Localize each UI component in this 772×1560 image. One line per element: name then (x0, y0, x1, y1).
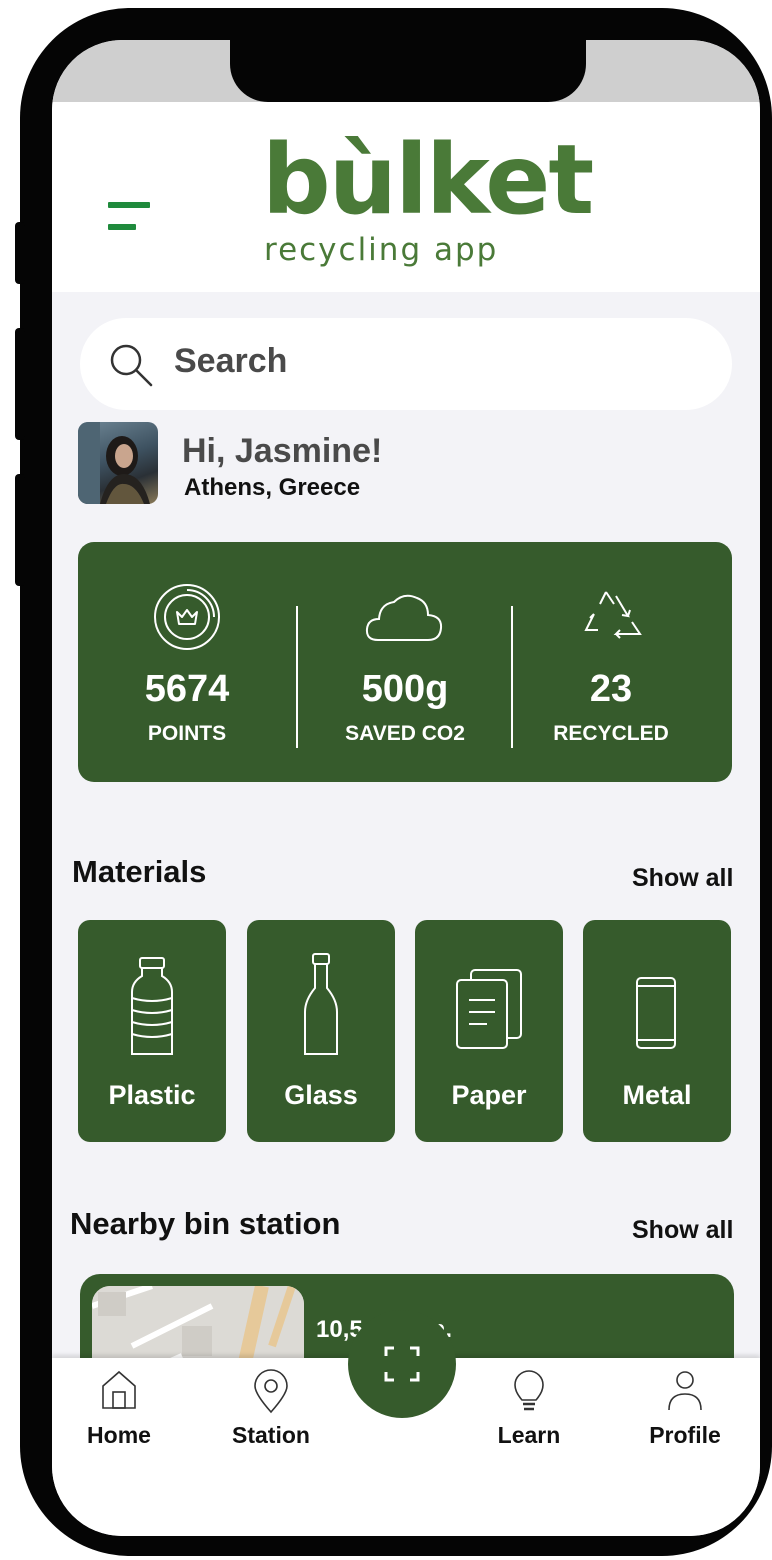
notch (230, 40, 586, 102)
side-button-mute (15, 222, 25, 284)
paper-icon (456, 969, 522, 1049)
glass-bottle-icon (304, 953, 338, 1055)
search-input[interactable]: Search (174, 342, 287, 381)
search-bar[interactable]: Search (80, 318, 732, 410)
side-button-volume-down (15, 474, 25, 586)
material-paper[interactable]: Paper (415, 920, 563, 1142)
app-logo: bùlket (262, 124, 594, 236)
nearby-title: Nearby bin station (70, 1206, 341, 1241)
stats-card: 5674 POINTS 500g SAVED CO2 23 RECYCLED (78, 542, 732, 782)
user-icon (668, 1371, 702, 1411)
nav-home[interactable]: Home (54, 1368, 184, 1458)
materials-show-all-link[interactable]: Show all (632, 864, 733, 893)
search-icon (110, 344, 153, 387)
app-logo-subtitle: recycling app (264, 232, 499, 268)
menu-icon[interactable] (108, 202, 152, 232)
material-plastic-label: Plastic (108, 1080, 196, 1110)
crown-badge-icon (154, 584, 220, 650)
avatar[interactable] (78, 422, 158, 504)
scan-button[interactable] (348, 1310, 456, 1418)
stat-co2-value: 500g (361, 668, 449, 710)
nav-profile-label: Profile (649, 1422, 721, 1448)
materials-title: Materials (72, 854, 207, 889)
app-screen: bùlket recycling app Search Hi, Jasmine!… (52, 40, 760, 1536)
lightbulb-icon (514, 1370, 544, 1411)
location-pin-icon (254, 1369, 288, 1414)
nav-profile[interactable]: Profile (620, 1368, 750, 1458)
nav-station-label: Station (232, 1422, 310, 1448)
stat-recycled-label: RECYCLED (553, 722, 669, 745)
nav-home-label: Home (87, 1422, 151, 1448)
app-header: bùlket recycling app (52, 102, 760, 292)
metal-can-icon (636, 977, 676, 1049)
stat-recycled-value: 23 (589, 668, 633, 710)
nearby-show-all-link[interactable]: Show all (632, 1216, 733, 1245)
nav-learn-label: Learn (497, 1422, 561, 1448)
material-glass[interactable]: Glass (247, 920, 395, 1142)
home-icon (102, 1370, 136, 1409)
recycle-icon (584, 591, 642, 639)
stat-recycled: 23 RECYCLED (502, 582, 720, 762)
user-location: Athens, Greece (184, 474, 361, 501)
material-metal-label: Metal (622, 1080, 692, 1110)
user-greeting: Hi, Jasmine! (182, 432, 383, 470)
stat-points-value: 5674 (144, 668, 230, 710)
material-metal[interactable]: Metal (583, 920, 731, 1142)
stat-co2: 500g SAVED CO2 (296, 582, 514, 762)
nav-learn[interactable]: Learn (464, 1368, 594, 1458)
cloud-icon (365, 594, 443, 641)
stat-co2-label: SAVED CO2 (345, 722, 465, 745)
stat-points-label: POINTS (147, 722, 227, 745)
material-paper-label: Paper (451, 1080, 527, 1110)
material-glass-label: Glass (284, 1080, 358, 1110)
nav-station[interactable]: Station (206, 1368, 336, 1458)
scan-icon (384, 1346, 420, 1382)
side-button-volume-up (15, 328, 25, 440)
plastic-bottle-icon (131, 957, 173, 1055)
stat-points: 5674 POINTS (78, 582, 296, 762)
material-plastic[interactable]: Plastic (78, 920, 226, 1142)
